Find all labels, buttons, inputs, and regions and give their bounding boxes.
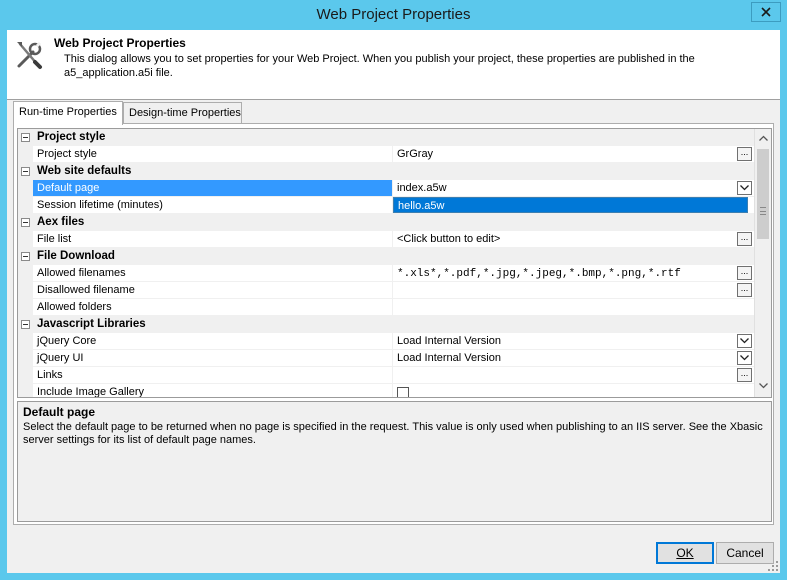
collapse-icon[interactable]	[21, 252, 30, 261]
category-label: Javascript Libraries	[37, 318, 146, 330]
dropdown-button[interactable]	[737, 351, 752, 365]
collapse-icon[interactable]	[21, 167, 30, 176]
property-name: Disallowed filename	[33, 282, 393, 299]
description-panel: Default page Select the default page to …	[17, 401, 772, 522]
dropdown-button[interactable]	[737, 334, 752, 348]
category-file-download[interactable]: File Download	[18, 248, 754, 265]
property-grid-rows: Project style Project style GrGray ... W…	[18, 129, 754, 397]
ellipsis-button[interactable]: ...	[737, 147, 752, 161]
property-value[interactable]	[393, 384, 754, 397]
chevron-down-icon	[740, 355, 749, 361]
property-row-include-image-gallery[interactable]: Include Image Gallery	[18, 384, 754, 397]
ellipsis-button[interactable]: ...	[737, 266, 752, 280]
property-value[interactable]: GrGray ...	[393, 146, 754, 163]
header-title: Web Project Properties	[54, 36, 186, 50]
property-row-jquery-core[interactable]: jQuery Core Load Internal Version	[18, 333, 754, 350]
tab-design-time-properties[interactable]: Design-time Properties	[123, 102, 242, 124]
chevron-down-icon	[758, 383, 768, 389]
property-grid: Project style Project style GrGray ... W…	[17, 128, 772, 398]
scroll-down-button[interactable]	[757, 380, 769, 392]
header-description: This dialog allows you to set properties…	[64, 53, 695, 79]
property-row-disallowed-filename[interactable]: Disallowed filename ...	[18, 282, 754, 299]
dropdown-option-hello-a5w[interactable]: hello.a5w	[393, 197, 748, 213]
collapse-icon[interactable]	[21, 320, 30, 329]
property-name: Project style	[33, 146, 393, 163]
ellipsis-button[interactable]: ...	[737, 368, 752, 382]
property-row-links[interactable]: Links ...	[18, 367, 754, 384]
category-aex-files[interactable]: Aex files	[18, 214, 754, 231]
property-name: jQuery UI	[33, 350, 393, 367]
default-page-combobox[interactable]: index.a5w	[393, 180, 754, 197]
collapse-icon[interactable]	[21, 133, 30, 142]
property-name: File list	[33, 231, 393, 248]
property-value[interactable]: *.xls*,*.pdf,*.jpg,*.jpeg,*.bmp,*.png,*.…	[393, 265, 754, 282]
category-javascript-libraries[interactable]: Javascript Libraries	[18, 316, 754, 333]
window-title: Web Project Properties	[316, 6, 471, 23]
jquery-ui-combobox[interactable]: Load Internal Version	[393, 350, 754, 367]
jquery-core-combobox[interactable]: Load Internal Version	[393, 333, 754, 350]
ellipsis-button[interactable]: ...	[737, 283, 752, 297]
dialog-window: Web Project Properties Web Project Prope…	[0, 0, 787, 580]
property-row-file-list[interactable]: File list <Click button to edit> ...	[18, 231, 754, 248]
chevron-up-icon	[758, 135, 768, 141]
property-name: Allowed folders	[33, 299, 393, 316]
cancel-button[interactable]: Cancel	[716, 542, 774, 564]
description-text: Select the default page to be returned w…	[23, 421, 763, 446]
resize-grip-icon[interactable]	[767, 560, 779, 572]
category-label: Web site defaults	[37, 165, 132, 177]
grip-icon	[760, 207, 766, 215]
dropdown-button[interactable]	[737, 181, 752, 195]
property-value[interactable]	[393, 299, 754, 316]
chevron-down-icon	[740, 338, 749, 344]
chevron-down-icon	[740, 185, 749, 191]
scroll-thumb[interactable]	[757, 149, 769, 239]
category-label: Project style	[37, 131, 106, 143]
tab-panel: Project style Project style GrGray ... W…	[13, 123, 774, 525]
property-name: Default page	[33, 180, 393, 197]
property-value[interactable]: <Click button to edit> ...	[393, 231, 754, 248]
ok-button[interactable]: OK	[656, 542, 714, 564]
property-value[interactable]: ...	[393, 367, 754, 384]
property-row-jquery-ui[interactable]: jQuery UI Load Internal Version	[18, 350, 754, 367]
category-label: Aex files	[37, 216, 85, 228]
property-row-project-style[interactable]: Project style GrGray ...	[18, 146, 754, 163]
dialog-client: Web Project Properties This dialog allow…	[7, 30, 780, 573]
property-name: Links	[33, 367, 393, 384]
category-label: File Download	[37, 250, 115, 262]
property-value[interactable]: ...	[393, 282, 754, 299]
property-row-allowed-folders[interactable]: Allowed folders	[18, 299, 754, 316]
dialog-header: Web Project Properties This dialog allow…	[7, 30, 780, 100]
title-bar[interactable]: Web Project Properties	[0, 0, 787, 30]
description-title: Default page	[23, 405, 96, 419]
close-button[interactable]	[751, 2, 781, 22]
category-web-site-defaults[interactable]: Web site defaults	[18, 163, 754, 180]
property-name: jQuery Core	[33, 333, 393, 350]
property-name: Session lifetime (minutes)	[33, 197, 393, 214]
property-name: Allowed filenames	[33, 265, 393, 282]
close-icon	[761, 7, 771, 17]
category-project-style[interactable]: Project style	[18, 129, 754, 146]
property-grid-scrollbar[interactable]	[754, 129, 771, 397]
property-name: Include Image Gallery	[33, 384, 393, 397]
property-row-default-page[interactable]: Default page index.a5w	[18, 180, 754, 197]
ellipsis-button[interactable]: ...	[737, 232, 752, 246]
scroll-up-button[interactable]	[757, 132, 769, 144]
collapse-icon[interactable]	[21, 218, 30, 227]
property-row-allowed-filenames[interactable]: Allowed filenames *.xls*,*.pdf,*.jpg,*.j…	[18, 265, 754, 282]
include-image-gallery-checkbox[interactable]	[397, 387, 409, 397]
tab-run-time-properties[interactable]: Run-time Properties	[13, 101, 123, 125]
tools-icon	[15, 40, 43, 70]
